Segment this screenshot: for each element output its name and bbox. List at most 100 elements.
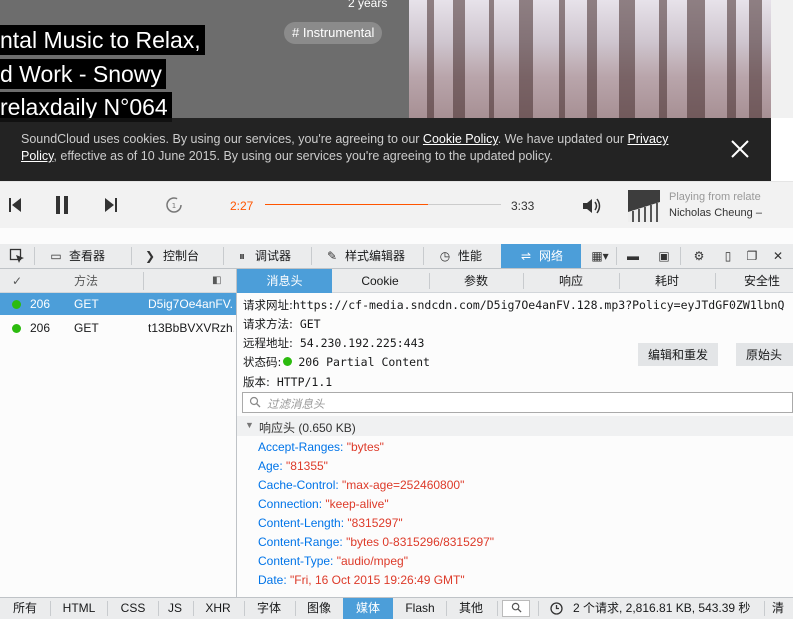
filter-images-button[interactable]: 图像 (296, 598, 342, 619)
tab-inspector[interactable]: ▭ 查看器 (49, 244, 105, 268)
close-devtools-icon[interactable]: ✕ (770, 248, 786, 264)
progress-fill (265, 204, 428, 205)
tab-debugger[interactable]: ⏸ 调试器 (235, 244, 291, 268)
request-url-row: 请求网址:https://cf-media.sndcdn.com/D5ig7Oe… (243, 297, 784, 313)
request-row[interactable]: 206 GET t13BbBVXVRzh. (0, 317, 236, 339)
filter-css-button[interactable]: CSS (108, 598, 158, 619)
requests-summary: 2 个请求, 2,816.81 KB, 543.39 秒 (573, 601, 751, 615)
filter-flash-button[interactable]: Flash (395, 598, 445, 619)
tab-security[interactable]: 安全性 (716, 269, 793, 293)
cookie-banner: SoundCloud uses cookies. By using our se… (0, 118, 771, 181)
tab-timings[interactable]: 耗时 (620, 269, 714, 293)
request-method-value[interactable]: GET (300, 317, 321, 331)
header-value: "8315297" (347, 516, 403, 530)
request-file: D5ig7Oe4anFV. (148, 297, 233, 311)
track-artwork (409, 0, 771, 118)
undock-icon[interactable]: ❐ (744, 248, 760, 264)
filter-media-button[interactable]: 媒体 (343, 598, 393, 619)
request-list-header: ✓ 方法 ◧ (0, 269, 236, 293)
filter-html-button[interactable]: HTML (51, 598, 107, 619)
request-url-value[interactable]: https://cf-media.sndcdn.com/D5ig7Oe4anFV… (293, 298, 785, 312)
header-name: Date: (258, 573, 287, 587)
pick-element-icon[interactable] (9, 248, 25, 264)
response-header-row[interactable]: Content-Length: "8315297" (258, 516, 403, 530)
response-header-row[interactable]: Content-Type: "audio/mpeg" (258, 554, 408, 568)
request-method-row: 请求方法: GET (243, 316, 321, 332)
gear-icon[interactable]: ⚙ (691, 248, 707, 264)
clear-button[interactable]: 清 (772, 598, 784, 619)
dock-side-icon[interactable]: ▯ (720, 248, 736, 264)
network-icon: ⇌ (520, 249, 532, 263)
response-header-row[interactable]: Content-Range: "bytes 0-8315296/8315297" (258, 535, 494, 549)
tab-console[interactable]: ❯ 控制台 (143, 244, 199, 268)
track-hero: 2 years # Instrumental ntal Music to Rel… (0, 0, 793, 122)
toggle-sidebar-icon[interactable]: ◧ (212, 269, 221, 293)
tab-style-editor[interactable]: ✎ 样式编辑器 (325, 244, 405, 268)
close-icon[interactable] (729, 138, 751, 160)
tab-performance[interactable]: ◷ 性能 (438, 244, 482, 268)
tab-params[interactable]: 参数 (430, 269, 522, 293)
header-name: Accept-Ranges: (258, 440, 344, 454)
pause-icon[interactable] (54, 194, 70, 216)
response-header-row[interactable]: Accept-Ranges: "bytes" (258, 440, 384, 454)
clock-icon (550, 602, 563, 615)
response-headers-label: 响应头 (0.650 KB) (259, 421, 356, 435)
progress-bar[interactable] (265, 204, 501, 205)
header-value: "audio/mpeg" (336, 554, 408, 568)
raw-headers-button[interactable]: 原始头 (736, 343, 793, 366)
filter-headers-input[interactable]: 过滤消息头 (242, 392, 793, 413)
tab-cookies[interactable]: Cookie (332, 269, 428, 293)
status-code-value[interactable]: 206 Partial Content (298, 355, 430, 369)
http-version-value[interactable]: HTTP/1.1 (277, 375, 332, 389)
performance-icon: ◷ (439, 249, 451, 263)
responsive-mode-icon[interactable]: ▦▾ (587, 248, 613, 264)
response-header-row[interactable]: Cache-Control: "max-age=252460800" (258, 478, 464, 492)
tab-network-label: 网络 (539, 249, 564, 263)
filter-js-button[interactable]: JS (159, 598, 191, 619)
status-dot (283, 357, 293, 366)
tab-response[interactable]: 响应 (524, 269, 618, 293)
header-name: Content-Length: (258, 516, 345, 530)
response-header-row[interactable]: Date: "Fri, 16 Oct 2015 19:26:49 GMT" (258, 573, 465, 587)
now-playing-thumbnail[interactable] (628, 190, 660, 222)
repeat-icon[interactable]: 1 (164, 194, 184, 216)
filter-other-button[interactable]: 其他 (447, 598, 495, 619)
cookie-text-2: . We have updated our (497, 132, 628, 146)
filter-all-button[interactable]: 所有 (2, 598, 48, 619)
collapse-arrow-icon[interactable]: ▼ (245, 420, 254, 430)
column-status[interactable]: ✓ (12, 269, 22, 293)
playing-from-label[interactable]: Playing from relate (669, 191, 761, 203)
style-editor-icon: ✎ (326, 249, 338, 263)
volume-icon[interactable] (581, 196, 603, 216)
edit-resend-button[interactable]: 编辑和重发 (638, 343, 719, 366)
response-header-row[interactable]: Connection: "keep-alive" (258, 497, 389, 511)
response-headers-section[interactable]: ▼ 响应头 (0.650 KB) (237, 416, 793, 436)
screenshot-icon[interactable]: ▣ (656, 248, 672, 264)
filter-fonts-button[interactable]: 字体 (245, 598, 293, 619)
genre-tag[interactable]: # Instrumental (284, 22, 383, 44)
current-time: 2:27 (230, 199, 254, 213)
request-filter-bar: 所有 HTML CSS JS XHR 字体 图像 媒体 Flash 其他 2 个… (0, 597, 793, 619)
search-requests-button[interactable] (502, 600, 530, 617)
track-title-line-2[interactable]: d Work - Snowy (0, 59, 166, 89)
header-value: "bytes 0-8315296/8315297" (346, 535, 495, 549)
split-console-icon[interactable]: ▬ (625, 248, 641, 264)
player-bar: 1 2:27 3:33 Playing from relate Nicholas… (0, 181, 793, 228)
request-method: GET (74, 321, 99, 335)
remote-address-value[interactable]: 54.230.192.225:443 (300, 336, 425, 350)
next-icon[interactable] (104, 194, 118, 216)
total-time: 3:33 (511, 199, 535, 213)
filter-xhr-button[interactable]: XHR (194, 598, 242, 619)
column-method[interactable]: 方法 (74, 269, 98, 293)
previous-icon[interactable] (8, 194, 22, 216)
svg-text:1: 1 (172, 202, 176, 210)
artist-name[interactable]: Nicholas Cheung – (669, 207, 762, 219)
request-row[interactable]: 206 GET D5ig7Oe4anFV. (0, 293, 236, 315)
tab-headers[interactable]: 消息头 (237, 269, 332, 293)
header-name: Age: (258, 459, 283, 473)
tab-style-editor-label: 样式编辑器 (345, 249, 406, 263)
cookie-policy-link[interactable]: Cookie Policy (423, 132, 498, 146)
response-header-row[interactable]: Age: "81355" (258, 459, 328, 473)
tab-network[interactable]: ⇌ 网络 (501, 244, 581, 268)
track-title-line-1[interactable]: ntal Music to Relax, (0, 25, 205, 55)
